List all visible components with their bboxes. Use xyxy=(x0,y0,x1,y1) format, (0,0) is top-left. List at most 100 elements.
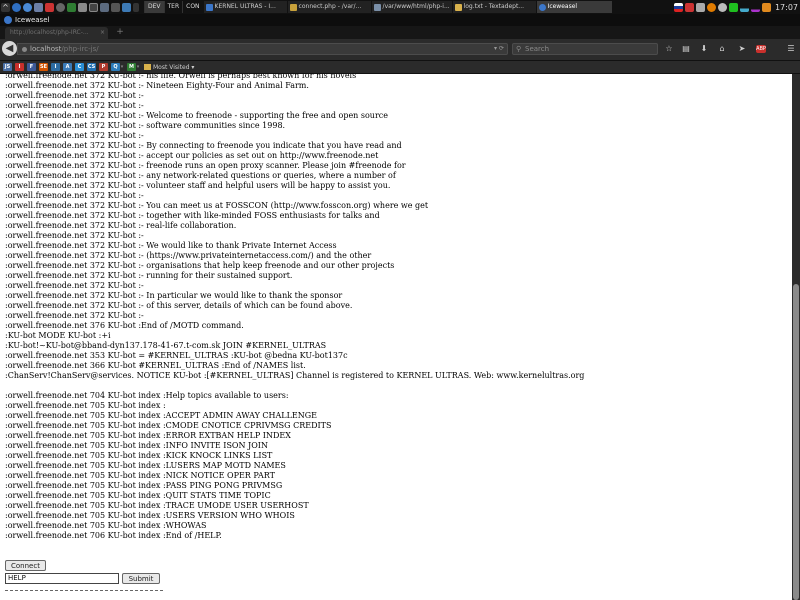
terminal-launcher-icon[interactable] xyxy=(89,2,98,12)
workspace-label-con[interactable]: CON xyxy=(182,1,202,13)
log-line: :orwell.freenode.net 705 KU-bot index :T… xyxy=(5,501,309,510)
url-path: /php-irc-js/ xyxy=(61,45,99,53)
task-kernel-ultras[interactable]: KERNEL ULTRAS - I... xyxy=(203,1,287,13)
close-circle-icon[interactable] xyxy=(717,2,727,12)
search-input[interactable]: ⚲ Search xyxy=(512,43,658,55)
workspace-label-ter[interactable]: TER xyxy=(163,1,183,13)
log-line: :orwell.freenode.net 705 KU-bot index :A… xyxy=(5,411,317,420)
launcher-icon[interactable] xyxy=(12,2,21,12)
bookmark-se[interactable]: SE xyxy=(39,63,48,71)
log-line: :orwell.freenode.net 705 KU-bot index :U… xyxy=(5,511,295,520)
task-label: KERNEL ULTRAS - I... xyxy=(214,3,276,10)
log-line: :orwell.freenode.net 372 KU-bot :- runni… xyxy=(5,271,293,280)
task-label: log.txt - Textadept... xyxy=(463,3,525,10)
chat-launcher-icon[interactable] xyxy=(122,2,131,12)
url-dropdown-icon[interactable]: ▾ ⟳ xyxy=(494,44,504,54)
log-line: :orwell.freenode.net 372 KU-bot :- Welco… xyxy=(5,111,388,120)
files-launcher-icon[interactable] xyxy=(100,2,109,12)
browser-launcher-icon[interactable] xyxy=(23,2,32,12)
irc-log: :orwell.freenode.net 372 KU-bot :- his l… xyxy=(5,74,785,541)
text-launcher-icon[interactable] xyxy=(78,2,87,12)
log-line: :orwell.freenode.net 372 KU-bot :- toget… xyxy=(5,211,380,220)
bookmark-m[interactable]: M xyxy=(127,63,136,71)
bookmarks-menu-icon[interactable]: ▤ xyxy=(680,43,692,55)
folder-icon xyxy=(144,64,151,70)
log-line: :orwell.freenode.net 372 KU-bot :- (http… xyxy=(5,251,372,260)
adblock-icon[interactable]: ABP xyxy=(756,45,766,53)
bookmark-i2[interactable]: I xyxy=(51,63,60,71)
log-line: :orwell.freenode.net 705 KU-bot index :C… xyxy=(5,421,332,430)
bookmark-dropdown-icon[interactable]: ▾ xyxy=(136,64,140,70)
folder-task-icon xyxy=(373,3,381,11)
log-line: :orwell.freenode.net 372 KU-bot :- xyxy=(5,91,144,100)
log-line: :orwell.freenode.net 705 KU-bot index :N… xyxy=(5,471,276,480)
back-button[interactable]: ◀ xyxy=(2,41,17,56)
bookmark-cs[interactable]: CS xyxy=(87,63,96,71)
url-bar[interactable]: localhost/php-irc-js/ ▾ ⟳ xyxy=(17,43,508,55)
send-icon[interactable]: ➤ xyxy=(736,43,748,55)
settings-launcher-icon[interactable] xyxy=(111,2,120,12)
bookmark-f[interactable]: F xyxy=(27,63,36,71)
log-line: :orwell.freenode.net 376 KU-bot :End of … xyxy=(5,321,244,330)
bookmark-q[interactable]: Q xyxy=(111,63,120,71)
scrollbar-thumb[interactable] xyxy=(793,284,799,600)
task-iceweasel[interactable]: Iceweasel xyxy=(536,1,612,13)
workspace-icon[interactable] xyxy=(133,2,139,12)
most-visited-folder[interactable]: Most Visited ▾ xyxy=(144,64,194,71)
scrollbar[interactable] xyxy=(792,74,800,600)
search-icon: ⚲ xyxy=(516,45,522,53)
submit-button[interactable]: Submit xyxy=(122,573,160,584)
page-content: :orwell.freenode.net 372 KU-bot :- his l… xyxy=(0,74,792,600)
network-icon[interactable] xyxy=(695,2,705,12)
log-line: :orwell.freenode.net 372 KU-bot :- We wo… xyxy=(5,241,337,250)
log-line: :orwell.freenode.net 366 KU-bot #KERNEL_… xyxy=(5,361,306,370)
stop-icon[interactable] xyxy=(706,2,716,12)
task-connect-php[interactable]: connect.php - /var/... xyxy=(287,1,371,13)
log-line: :orwell.freenode.net 705 KU-bot index :K… xyxy=(5,451,273,460)
bookmark-star-icon[interactable]: ☆ xyxy=(663,43,675,55)
media-launcher-icon[interactable] xyxy=(56,2,65,12)
log-line: :orwell.freenode.net 372 KU-bot :- xyxy=(5,311,144,320)
downloads-icon[interactable]: ⬇ xyxy=(698,43,710,55)
keyboard-layout-icon[interactable] xyxy=(684,2,694,12)
task-var-www[interactable]: /var/www/html/php-i... xyxy=(371,1,452,13)
log-line: :orwell.freenode.net 705 KU-bot index :L… xyxy=(5,461,286,470)
bookmark-c[interactable]: C xyxy=(75,63,84,71)
editor-launcher-icon[interactable] xyxy=(45,2,54,12)
home-icon[interactable]: ⌂ xyxy=(716,43,728,55)
log-line: :orwell.freenode.net 705 KU-bot index : xyxy=(5,401,166,410)
log-line: :orwell.freenode.net 372 KU-bot :- volun… xyxy=(5,181,391,190)
bookmark-p[interactable]: P xyxy=(99,63,108,71)
log-line: :orwell.freenode.net 705 KU-bot index :Q… xyxy=(5,491,271,500)
log-line: :orwell.freenode.net 372 KU-bot :- xyxy=(5,131,144,140)
bookmark-a[interactable]: A xyxy=(63,63,72,71)
menu-icon[interactable]: ^ xyxy=(1,2,10,12)
office-launcher-icon[interactable] xyxy=(67,2,76,12)
volume-icon[interactable] xyxy=(761,2,771,12)
flag-icon[interactable] xyxy=(673,2,683,12)
status-green-icon[interactable] xyxy=(728,2,738,12)
mail-launcher-icon[interactable] xyxy=(34,2,43,12)
menu-hamburger-icon[interactable]: ☰ xyxy=(785,43,797,55)
log-line: :orwell.freenode.net 372 KU-bot :- of th… xyxy=(5,301,353,310)
log-line: :orwell.freenode.net 372 KU-bot :- You c… xyxy=(5,201,429,210)
bookmark-dropdown-icon[interactable]: ▾ xyxy=(120,64,124,70)
connect-button[interactable]: Connect xyxy=(5,560,46,571)
command-input[interactable]: HELP xyxy=(5,573,119,584)
bookmark-js[interactable]: JS xyxy=(3,63,12,71)
new-tab-icon[interactable]: + xyxy=(114,26,126,39)
most-visited-label: Most Visited ▾ xyxy=(153,63,195,71)
system-tray: 17:07 xyxy=(672,0,800,14)
workspace-label-dev[interactable]: DEV xyxy=(144,1,164,13)
log-line: :KU-bot MODE KU-bot :+i xyxy=(5,331,111,340)
task-log-txt[interactable]: log.txt - Textadept... xyxy=(452,1,536,13)
window-titlebar[interactable]: Iceweasel xyxy=(0,14,800,26)
task-label: Iceweasel xyxy=(547,3,578,10)
log-line: :orwell.freenode.net 353 KU-bot = #KERNE… xyxy=(5,351,348,360)
iceweasel-icon xyxy=(4,16,12,24)
clock[interactable]: 17:07 xyxy=(775,3,798,12)
bookmark-i[interactable]: I xyxy=(15,63,24,71)
tab-active[interactable]: http://localhost/php-IRC-... × xyxy=(5,27,108,39)
close-icon[interactable]: × xyxy=(100,27,105,39)
log-line: :orwell.freenode.net 372 KU-bot :- accep… xyxy=(5,151,379,160)
